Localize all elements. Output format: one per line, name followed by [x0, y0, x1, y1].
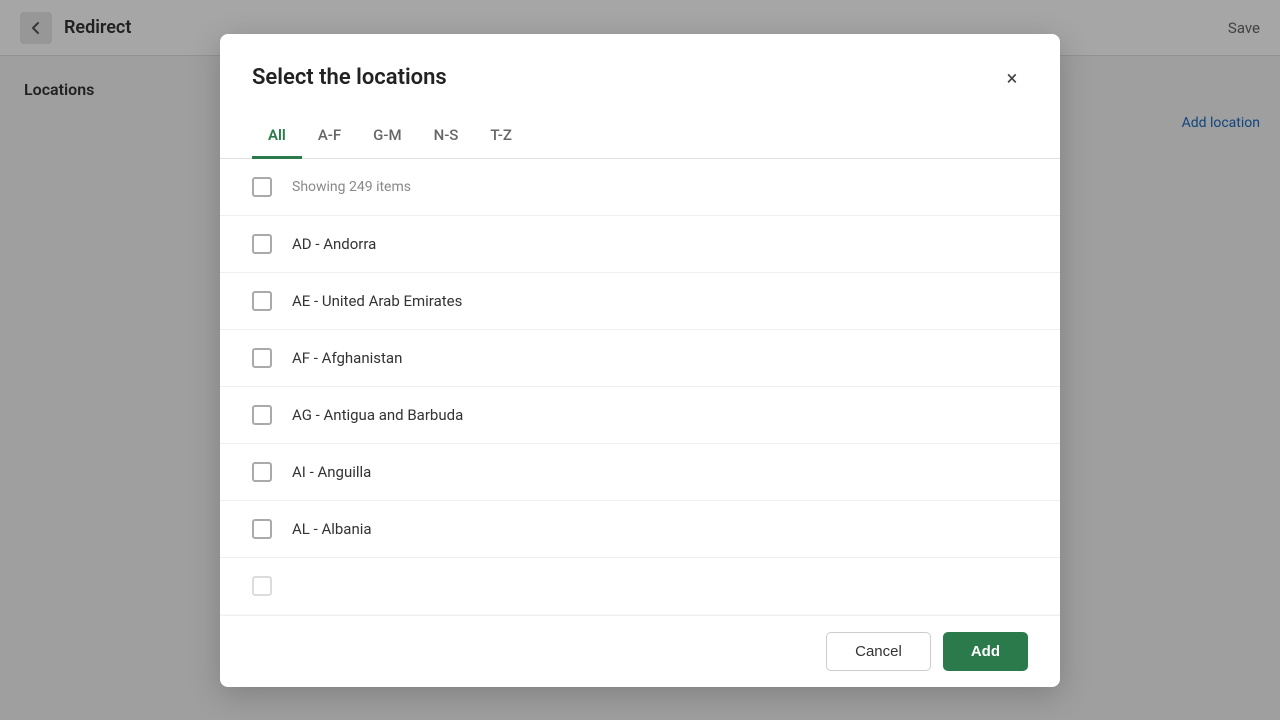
cancel-button[interactable]: Cancel — [826, 632, 931, 671]
item-label-ad: AD - Andorra — [292, 235, 376, 253]
list-item[interactable]: AI - Anguilla — [220, 444, 1060, 501]
item-checkbox-ai[interactable] — [252, 462, 272, 482]
item-checkbox-al[interactable] — [252, 519, 272, 539]
list-item[interactable]: AG - Antigua and Barbuda — [220, 387, 1060, 444]
item-label-ae: AE - United Arab Emirates — [292, 292, 462, 310]
tab-n-s[interactable]: N-S — [418, 114, 475, 159]
location-tabs: All A-F G-M N-S T-Z — [220, 114, 1060, 159]
item-checkbox-ae[interactable] — [252, 291, 272, 311]
list-item[interactable]: AF - Afghanistan — [220, 330, 1060, 387]
list-item[interactable]: AD - Andorra — [220, 216, 1060, 273]
tab-all[interactable]: All — [252, 114, 302, 159]
tab-g-m[interactable]: G-M — [357, 114, 417, 159]
item-checkbox-am[interactable] — [252, 576, 272, 596]
list-item[interactable]: AL - Albania — [220, 501, 1060, 558]
list-item[interactable] — [220, 558, 1060, 615]
select-locations-dialog: Select the locations × All A-F G-M N-S T… — [220, 34, 1060, 687]
close-icon[interactable]: × — [996, 62, 1028, 94]
list-header-item[interactable]: Showing 249 items — [220, 159, 1060, 216]
item-checkbox-af[interactable] — [252, 348, 272, 368]
dialog-title: Select the locations — [252, 65, 447, 90]
item-label-ag: AG - Antigua and Barbuda — [292, 406, 463, 424]
select-all-checkbox[interactable] — [252, 177, 272, 197]
item-checkbox-ag[interactable] — [252, 405, 272, 425]
item-count-label: Showing 249 items — [292, 179, 411, 195]
add-button[interactable]: Add — [943, 632, 1028, 671]
modal-overlay: Select the locations × All A-F G-M N-S T… — [0, 0, 1280, 720]
locations-list: Showing 249 items AD - Andorra AE - Unit… — [220, 159, 1060, 615]
dialog-header: Select the locations × — [220, 34, 1060, 114]
list-item[interactable]: AE - United Arab Emirates — [220, 273, 1060, 330]
item-label-al: AL - Albania — [292, 520, 372, 538]
dialog-footer: Cancel Add — [220, 615, 1060, 687]
item-label-af: AF - Afghanistan — [292, 349, 402, 367]
item-label-ai: AI - Anguilla — [292, 463, 371, 481]
tab-a-f[interactable]: A-F — [302, 114, 357, 159]
tab-t-z[interactable]: T-Z — [474, 114, 527, 159]
item-checkbox-ad[interactable] — [252, 234, 272, 254]
